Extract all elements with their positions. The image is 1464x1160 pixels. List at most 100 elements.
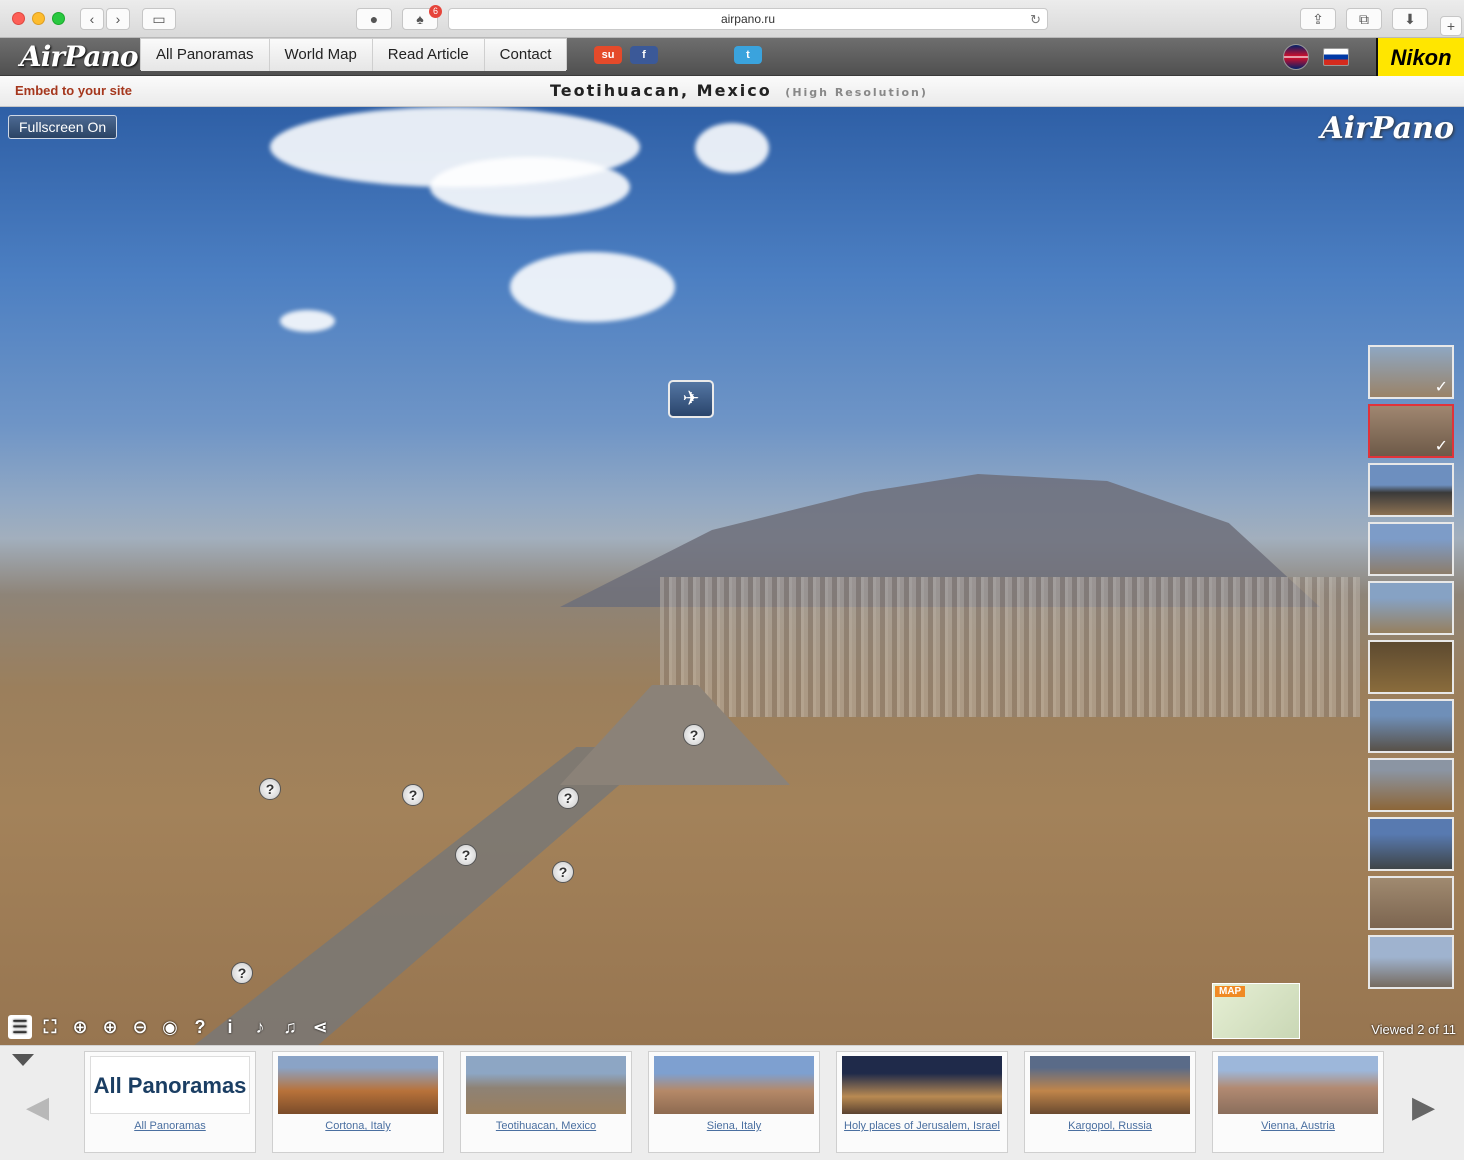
carousel-card-title[interactable]: Vienna, Austria xyxy=(1213,1120,1383,1133)
cloud xyxy=(430,157,630,217)
site-header: AirPano All Panoramas World Map Read Art… xyxy=(0,38,1464,76)
carousel-next-arrow-icon[interactable]: ▶ xyxy=(1412,1090,1435,1125)
tabs-icon[interactable]: ⧉ xyxy=(1346,8,1382,30)
info-hotspot[interactable]: ? xyxy=(402,784,424,806)
english-flag-icon[interactable] xyxy=(1283,44,1309,70)
info-icon[interactable]: i xyxy=(218,1015,242,1039)
panorama-thumbnail[interactable] xyxy=(1368,463,1454,517)
new-tab-button[interactable]: + xyxy=(1440,16,1462,36)
close-window-button[interactable] xyxy=(12,12,25,25)
zoom-in-icon[interactable]: ⊕ xyxy=(98,1015,122,1039)
panorama-thumbnail[interactable] xyxy=(1368,522,1454,576)
panorama-carousel: ◀ ▶ All Panoramas All Panoramas Cortona,… xyxy=(0,1045,1464,1160)
panorama-thumbnail[interactable] xyxy=(1368,817,1454,871)
carousel-thumb xyxy=(1218,1056,1378,1114)
sound-icon[interactable]: ♪ xyxy=(248,1015,272,1039)
menu-read-article[interactable]: Read Article xyxy=(372,39,485,71)
carousel-thumb xyxy=(654,1056,814,1114)
stumbleupon-icon[interactable]: su xyxy=(594,46,622,64)
carousel-card-title[interactable]: Siena, Italy xyxy=(649,1120,819,1133)
menu-all-panoramas[interactable]: All Panoramas xyxy=(141,39,270,71)
share-icon[interactable]: ⇪ xyxy=(1300,8,1336,30)
carousel-card[interactable]: All Panoramas All Panoramas xyxy=(84,1051,256,1153)
menu-toggle-icon[interactable]: ☰ xyxy=(8,1015,32,1039)
browser-toolbar: ‹ › ▭ ● ♠ 6 airpano.ru ↻ ⇪ ⧉ ⬇ + xyxy=(0,0,1464,38)
title-bar: Embed to your site Teotihuacan, Mexico (… xyxy=(0,76,1464,107)
globe-icon[interactable]: ⊕ xyxy=(68,1015,92,1039)
info-hotspot[interactable]: ? xyxy=(552,861,574,883)
nikon-logo[interactable]: Nikon xyxy=(1376,38,1464,76)
page-title: Teotihuacan, Mexico (High Resolution) xyxy=(550,81,928,100)
help-icon[interactable]: ? xyxy=(188,1015,212,1039)
panorama-thumbnail-strip: ✓ ✓ xyxy=(1368,345,1456,994)
carousel-card-title[interactable]: Kargopol, Russia xyxy=(1025,1120,1195,1133)
town xyxy=(660,577,1360,717)
url-text: airpano.ru xyxy=(720,12,776,26)
russian-flag-icon[interactable] xyxy=(1323,48,1349,66)
carousel-thumb xyxy=(278,1056,438,1114)
carousel-card[interactable]: Holy places of Jerusalem, Israel xyxy=(836,1051,1008,1153)
helicopter-icon[interactable]: ✈ xyxy=(668,380,714,418)
mini-map[interactable]: MAP xyxy=(1212,983,1300,1039)
forward-button[interactable]: › xyxy=(106,8,130,30)
minimize-window-button[interactable] xyxy=(32,12,45,25)
share-icon[interactable]: ⋖ xyxy=(308,1015,332,1039)
airpano-watermark: AirPano xyxy=(1320,111,1455,146)
address-bar[interactable]: airpano.ru ↻ xyxy=(448,8,1048,30)
carousel-thumb xyxy=(466,1056,626,1114)
panorama-thumbnail[interactable] xyxy=(1368,876,1454,930)
carousel-card[interactable]: Kargopol, Russia xyxy=(1024,1051,1196,1153)
panorama-thumbnail[interactable]: ✓ xyxy=(1368,345,1454,399)
panorama-thumbnail[interactable] xyxy=(1368,581,1454,635)
music-icon[interactable]: ♫ xyxy=(278,1015,302,1039)
info-hotspot[interactable]: ? xyxy=(557,787,579,809)
notification-badge: 6 xyxy=(429,5,442,18)
menu-world-map[interactable]: World Map xyxy=(269,39,373,71)
lightbulb-icon[interactable]: ● xyxy=(356,8,392,30)
info-hotspot[interactable]: ? xyxy=(259,778,281,800)
panorama-viewer[interactable]: ? ? ? ? ? ? ? Fullscreen On AirPano ✈ ✓ … xyxy=(0,107,1464,1045)
menu-contact[interactable]: Contact xyxy=(484,39,567,71)
viewed-check-icon: ✓ xyxy=(1434,379,1448,396)
viewer-controls: ☰ ⛶ ⊕ ⊕ ⊖ ◉ ? i ♪ ♫ ⋖ xyxy=(8,1015,332,1039)
carousel-card-title[interactable]: All Panoramas xyxy=(85,1120,255,1133)
panorama-thumbnail[interactable] xyxy=(1368,758,1454,812)
panorama-thumbnail[interactable] xyxy=(1368,699,1454,753)
site-logo[interactable]: AirPano xyxy=(20,40,139,73)
facebook-icon[interactable]: f xyxy=(630,46,658,64)
info-hotspot[interactable]: ? xyxy=(231,962,253,984)
viewed-check-icon: ✓ xyxy=(1434,438,1448,455)
carousel-card-title[interactable]: Teotihuacan, Mexico xyxy=(461,1120,631,1133)
info-hotspot[interactable]: ? xyxy=(683,724,705,746)
carousel-card[interactable]: Siena, Italy xyxy=(648,1051,820,1153)
carousel-card[interactable]: Vienna, Austria xyxy=(1212,1051,1384,1153)
cloud xyxy=(695,123,769,173)
sidebar-icon[interactable]: ▭ xyxy=(142,8,176,30)
carousel-card[interactable]: Teotihuacan, Mexico xyxy=(460,1051,632,1153)
info-hotspot[interactable]: ? xyxy=(455,844,477,866)
carousel-prev-arrow-icon[interactable]: ◀ xyxy=(26,1090,49,1125)
collapse-triangle-icon[interactable] xyxy=(12,1054,34,1066)
panorama-subtitle: (High Resolution) xyxy=(785,86,928,99)
main-menu: All Panoramas World Map Read Article Con… xyxy=(140,38,568,71)
carousel-thumb xyxy=(1030,1056,1190,1114)
panorama-thumbnail[interactable] xyxy=(1368,935,1454,989)
embed-link[interactable]: Embed to your site xyxy=(15,83,132,98)
back-button[interactable]: ‹ xyxy=(80,8,104,30)
avenue-of-the-dead xyxy=(192,747,664,1045)
twitter-icon[interactable]: t xyxy=(734,46,762,64)
cloud xyxy=(510,252,675,322)
fullscreen-button[interactable]: Fullscreen On xyxy=(8,115,118,139)
carousel-card-title[interactable]: Holy places of Jerusalem, Israel xyxy=(837,1120,1007,1133)
zoom-out-icon[interactable]: ⊖ xyxy=(128,1015,152,1039)
downloads-icon[interactable]: ⬇ xyxy=(1392,8,1428,30)
reload-icon[interactable]: ↻ xyxy=(1030,9,1041,30)
carousel-card[interactable]: Cortona, Italy xyxy=(272,1051,444,1153)
panorama-thumbnail[interactable] xyxy=(1368,640,1454,694)
autorotate-icon[interactable]: ◉ xyxy=(158,1015,182,1039)
panorama-thumbnail[interactable]: ✓ xyxy=(1368,404,1454,458)
panorama-title: Teotihuacan, Mexico xyxy=(550,81,772,100)
carousel-card-title[interactable]: Cortona, Italy xyxy=(273,1120,443,1133)
zoom-window-button[interactable] xyxy=(52,12,65,25)
fullscreen-icon[interactable]: ⛶ xyxy=(38,1015,62,1039)
